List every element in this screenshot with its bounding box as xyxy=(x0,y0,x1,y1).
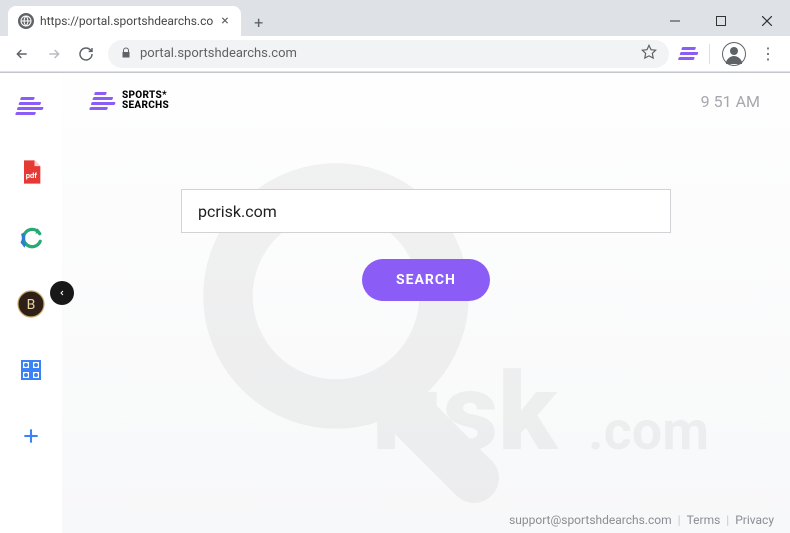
search-area: SEARCH xyxy=(92,189,760,301)
page-header: SPORTS* SEARCHS 9 51 AM xyxy=(92,91,760,111)
brand-text: SPORTS* SEARCHS xyxy=(122,91,169,111)
grid-apps-icon[interactable] xyxy=(16,355,46,385)
left-sidebar: pdf B xyxy=(0,73,62,533)
divider xyxy=(709,44,710,64)
search-input[interactable] xyxy=(181,189,671,233)
back-button[interactable] xyxy=(8,40,36,68)
search-button[interactable]: SEARCH xyxy=(362,259,490,301)
close-icon[interactable]: × xyxy=(219,13,230,29)
refresh-icon[interactable] xyxy=(16,223,46,253)
support-email[interactable]: support@sportshdearchs.com xyxy=(509,513,672,527)
footer: support@sportshdearchs.com | Terms | Pri… xyxy=(509,513,774,527)
kebab-menu-icon[interactable]: ⋮ xyxy=(754,40,782,68)
window-controls xyxy=(652,6,790,36)
tab-title: https://portal.sportshdearchs.co xyxy=(40,14,213,28)
minimize-button[interactable] xyxy=(652,6,698,36)
brand-line2: SEARCHS xyxy=(122,101,169,111)
terms-link[interactable]: Terms xyxy=(687,513,721,527)
address-bar[interactable]: portal.sportshdearchs.com xyxy=(108,40,669,68)
maximize-button[interactable] xyxy=(698,6,744,36)
forward-button[interactable] xyxy=(40,40,68,68)
close-window-button[interactable] xyxy=(744,6,790,36)
svg-text:B: B xyxy=(27,297,36,313)
divider: | xyxy=(726,513,729,527)
letter-b-icon[interactable]: B xyxy=(16,289,46,319)
main-area: SPORTS* SEARCHS 9 51 AM SEARCH xyxy=(62,73,790,533)
privacy-link[interactable]: Privacy xyxy=(735,513,774,527)
extension-icon[interactable] xyxy=(677,42,701,66)
sidebar-logo-icon[interactable] xyxy=(16,91,46,121)
profile-avatar-icon[interactable] xyxy=(722,42,746,66)
address-bar-row: portal.sportshdearchs.com ⋮ xyxy=(0,36,790,72)
browser-tab[interactable]: https://portal.sportshdearchs.co × xyxy=(8,6,241,36)
svg-text:pdf: pdf xyxy=(26,171,38,180)
reload-button[interactable] xyxy=(72,40,100,68)
pdf-icon[interactable]: pdf xyxy=(16,157,46,187)
star-icon[interactable] xyxy=(641,44,657,64)
lock-icon xyxy=(120,44,132,63)
page-content: risk .com pdf B xyxy=(0,73,790,533)
url-text: portal.sportshdearchs.com xyxy=(140,46,633,61)
tab-strip: https://portal.sportshdearchs.co × + xyxy=(0,0,790,36)
add-icon[interactable] xyxy=(16,421,46,451)
brand-logo[interactable]: SPORTS* SEARCHS xyxy=(92,91,169,111)
globe-icon xyxy=(18,13,34,29)
divider: | xyxy=(678,513,681,527)
clock-display: 9 51 AM xyxy=(701,92,760,111)
browser-chrome: https://portal.sportshdearchs.co × + xyxy=(0,0,790,73)
new-tab-button[interactable]: + xyxy=(245,8,273,36)
